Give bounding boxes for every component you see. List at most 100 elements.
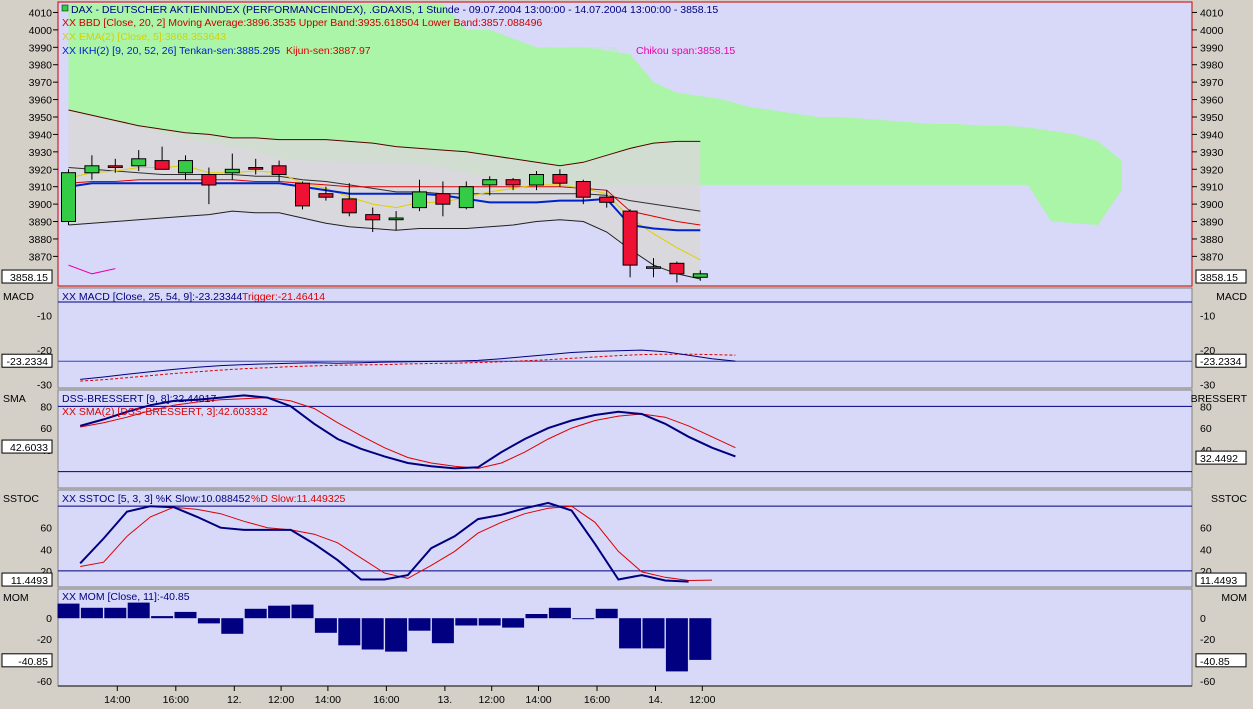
mom-bar [689,618,712,660]
sstoc-tick-right: 60 [1200,523,1212,535]
sma-legend: XX SMA(2) [DSS-BRESSERT, 3]:42.603332 [62,406,268,418]
macd-last-right: -23.2334 [1200,356,1242,368]
mom-bar [338,618,361,646]
candle-down [271,165,287,176]
candle-up [224,168,240,174]
time-tick-label: 12:00 [268,694,294,706]
sstoc-d-legend: %D Slow:11.449325 [251,493,346,505]
macd-legend: XX MACD [Close, 25, 54, 9]:-23.23344 [62,291,243,303]
candle-down [435,193,451,205]
y-tick-left: 3880 [29,234,53,246]
sma-tick-right: 60 [1200,423,1212,435]
candle-up [84,165,100,174]
candle-up [178,160,193,174]
last-price-right: 3858.15 [1200,272,1238,284]
chart-canvas: 3870 3870 3880 3880 3890 3890 3900 3900 3910 3910… [0,0,1253,709]
candle-down [154,160,170,170]
candle-up [412,191,427,209]
legend-bbd: XX BBD [Close, 20, 2] Moving Average:389… [62,17,542,29]
candle-up [692,273,708,278]
legend-kijun: Kijun-sen:3887.97 [286,45,371,57]
candle-down [575,181,591,198]
candle-up [131,158,147,167]
sstoc-tick-left: 60 [40,523,52,535]
mom-tick-left: 0 [46,613,52,625]
mom-bar [244,608,267,619]
sstoc-last-right: 11.4493 [1200,575,1237,587]
candle-down [669,262,685,275]
macd-title-left: MACD [3,291,34,303]
macd-tick-left: -10 [37,311,52,323]
macd-tick-left: -30 [37,380,52,392]
time-tick-label: 14:00 [104,694,130,706]
time-tick-label: 14. [648,694,663,706]
macd-trigger-legend: Trigger:-21.46414 [242,291,325,303]
mom-bar [291,604,314,619]
mom-bar [197,618,220,624]
legend-ema: XX EMA(2) [Close, 5]:3868.353643 [62,31,226,43]
y-tick-left: 3940 [29,129,53,141]
y-tick-right: 3990 [1200,42,1224,54]
candle-down [505,179,521,186]
legend-tenkan: XX IKH(2) [9, 20, 52, 26] Tenkan-sen:388… [62,45,280,57]
y-tick-left: 4000 [29,25,53,37]
mom-bar [619,618,642,649]
mom-bar [431,618,454,644]
macd-plot-area [57,287,1193,389]
y-tick-left: 3960 [29,95,53,107]
mom-bar [595,608,618,619]
macd-title-right: MACD [1216,291,1247,303]
candle-down [622,210,638,266]
y-tick-right: 3880 [1200,234,1224,246]
y-tick-right: 3950 [1200,112,1224,124]
time-tick-label: 14:00 [315,694,341,706]
mom-bar [127,602,150,619]
y-tick-right: 3980 [1200,60,1224,72]
time-tick-label: 12. [227,694,242,706]
mom-bar [455,618,478,626]
mom-tick-right: -60 [1200,676,1215,688]
mom-bar [642,618,665,649]
sstoc-title-right: SSTOC [1211,493,1247,505]
time-tick-label: 12:00 [479,694,505,706]
time-tick-label: 12:00 [689,694,715,706]
macd-tick-right: -10 [1200,311,1215,323]
mom-bar [385,618,408,652]
y-tick-left: 3890 [29,217,53,229]
mom-last-left: -40.85 [18,656,48,668]
dss-legend: DSS-BRESSERT [9, 8]:32.44917 [62,393,216,405]
sstoc-tick-right: 40 [1200,544,1212,556]
y-tick-left: 3980 [29,60,53,72]
candle-up [482,179,498,186]
legend-senkou: Senkou Span A:3906.4275 Senkou Span B:39… [376,45,618,57]
time-tick-label: 16:00 [373,694,399,706]
sma-title-right: BRESSERT [1191,393,1248,405]
chart-window: 3870 3870 3880 3880 3890 3890 3900 3900 3910 3910… [0,0,1253,709]
legend-title: DAX - DEUTSCHER AKTIENINDEX (PERFORMANCE… [71,4,718,16]
candle-down [201,174,217,186]
y-tick-left: 3950 [29,112,53,124]
mom-last-right: -40.85 [1200,656,1230,668]
sma-plot-area [57,389,1193,489]
mom-bar [221,618,244,634]
y-tick-left: 3870 [29,251,53,263]
y-tick-right: 3890 [1200,217,1224,229]
y-tick-left: 3910 [29,182,53,194]
sma-title-left: SMA [3,393,26,405]
y-tick-right: 4010 [1200,7,1224,19]
candle-down [318,193,334,198]
mom-bar [408,618,431,631]
candle-down [365,214,381,221]
y-tick-left: 3930 [29,147,53,159]
candle-down [295,182,310,207]
mom-title-right: MOM [1221,592,1247,604]
mom-bar [268,605,291,619]
mom-legend: XX MOM [Close, 11]:-40.85 [62,591,190,603]
y-tick-left: 4010 [29,7,53,19]
candle-up [529,174,544,186]
legend-marker [61,4,69,12]
macd-last-left: -23.2334 [7,356,49,368]
mom-bar [104,607,127,619]
y-tick-right: 4000 [1200,25,1224,37]
mom-tick-right: -20 [1200,634,1215,646]
